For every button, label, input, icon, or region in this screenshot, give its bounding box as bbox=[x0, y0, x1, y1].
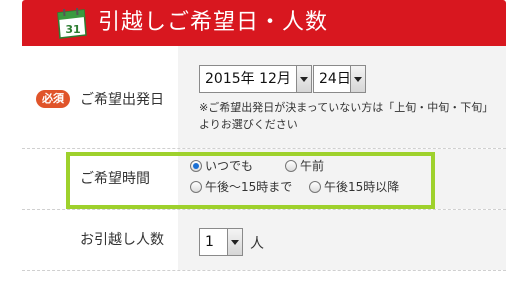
radio-icon[interactable] bbox=[190, 159, 202, 172]
chevron-down-icon[interactable] bbox=[350, 66, 365, 92]
movers-label: お引越し人数 bbox=[80, 232, 164, 248]
calendar-icon: 31 bbox=[57, 7, 87, 39]
movers-value-cell: 1 人 bbox=[178, 210, 506, 270]
day-select[interactable]: 24日 bbox=[313, 65, 366, 93]
time-option-label: 午前 bbox=[300, 159, 325, 173]
section-header: 31 引越しご希望日・人数 bbox=[22, 0, 506, 46]
radio-icon[interactable] bbox=[285, 159, 297, 172]
time-option-after-15[interactable]: 午後15時以降 bbox=[309, 178, 399, 195]
required-badge: 必須 bbox=[36, 90, 70, 108]
page-title: 引越しご希望日・人数 bbox=[98, 10, 329, 35]
movers-count-value: 1 bbox=[205, 234, 214, 250]
date-label-cell: 必須 ご希望出発日 bbox=[22, 46, 178, 148]
movers-count-select[interactable]: 1 bbox=[199, 228, 243, 256]
date-label: ご希望出発日 bbox=[80, 92, 164, 108]
date-value-cell: 2015年 12月 24日 ※ご希望出発日が決まっていない方は「上旬・中旬・下旬… bbox=[178, 46, 506, 148]
radio-icon[interactable] bbox=[190, 180, 202, 193]
chevron-down-icon[interactable] bbox=[296, 66, 311, 92]
chevron-down-icon[interactable] bbox=[227, 229, 242, 255]
moving-form: 31 引越しご希望日・人数 必須 ご希望出発日 2015年 12月 24日 ※ご… bbox=[22, 0, 506, 281]
date-note: ※ご希望出発日が決まっていない方は「上旬・中旬・下旬」よりお選びください bbox=[199, 101, 494, 131]
day-value: 24日 bbox=[319, 71, 351, 87]
time-option-anytime[interactable]: いつでも bbox=[190, 157, 253, 174]
date-row: 必須 ご希望出発日 2015年 12月 24日 ※ご希望出発日が決まっていない方… bbox=[22, 46, 506, 149]
movers-unit: 人 bbox=[250, 236, 264, 252]
calendar-icon-date: 31 bbox=[65, 23, 80, 36]
time-option-label: 午後～15時まで bbox=[205, 180, 293, 194]
movers-row: お引越し人数 1 人 bbox=[22, 210, 506, 271]
movers-label-cell: お引越し人数 bbox=[22, 210, 178, 270]
time-option-label: いつでも bbox=[205, 159, 254, 173]
time-option-afternoon-until-15[interactable]: 午後～15時まで bbox=[190, 178, 292, 195]
year-month-select[interactable]: 2015年 12月 bbox=[199, 65, 312, 93]
time-option-label: 午後15時以降 bbox=[324, 180, 400, 194]
year-month-value: 2015年 12月 bbox=[205, 71, 291, 87]
radio-icon[interactable] bbox=[309, 180, 321, 193]
time-option-morning[interactable]: 午前 bbox=[285, 157, 324, 174]
